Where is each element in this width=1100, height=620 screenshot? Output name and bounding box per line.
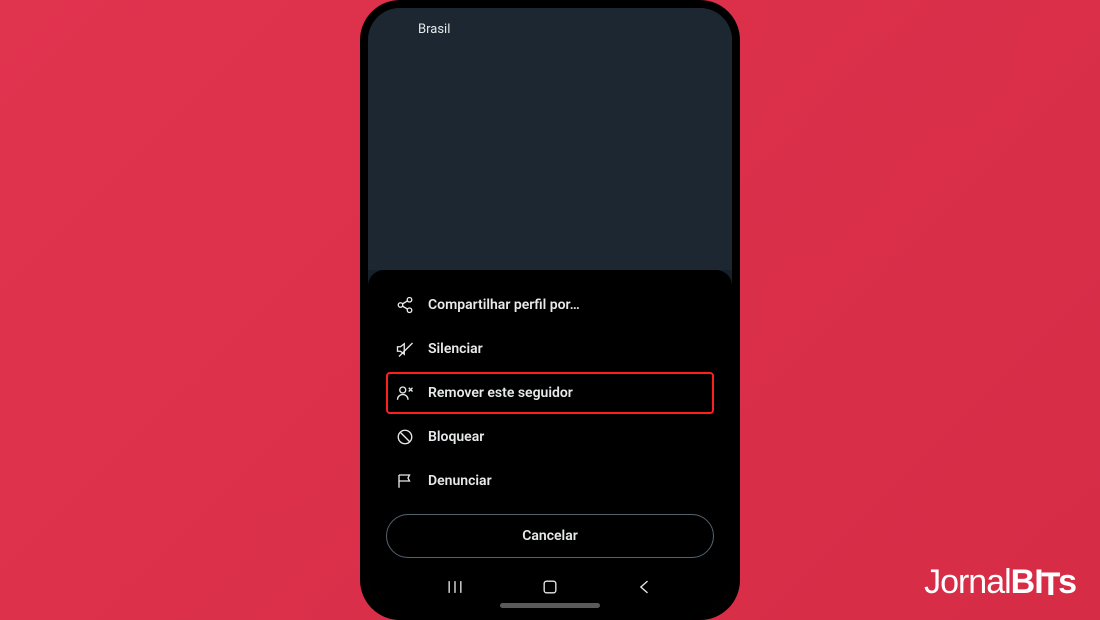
menu-item-mute[interactable]: Silenciar bbox=[386, 328, 714, 370]
nav-recents-icon[interactable] bbox=[445, 577, 465, 601]
menu-item-label: Bloquear bbox=[428, 429, 484, 445]
phone-screen: Brasil Compartilhar perfil por… Silencia… bbox=[368, 8, 732, 612]
nav-home-icon[interactable] bbox=[540, 577, 560, 601]
watermark-part1: Jornal bbox=[924, 563, 1011, 602]
remove-follower-icon bbox=[396, 384, 414, 402]
menu-item-label: Denunciar bbox=[428, 473, 492, 489]
profile-background: Brasil bbox=[368, 8, 732, 270]
action-sheet: Compartilhar perfil por… Silenciar Remov… bbox=[368, 270, 732, 566]
nav-back-icon[interactable] bbox=[635, 577, 655, 601]
watermark-part2: BI bbox=[1011, 563, 1043, 602]
home-indicator bbox=[500, 603, 600, 608]
profile-location-text: Brasil bbox=[418, 22, 682, 37]
menu-item-block[interactable]: Bloquear bbox=[386, 416, 714, 458]
block-icon bbox=[396, 428, 414, 446]
menu-item-report[interactable]: Denunciar bbox=[386, 460, 714, 502]
mute-icon bbox=[396, 340, 414, 358]
watermark-part3: T bbox=[1041, 568, 1060, 606]
menu-item-remove-follower[interactable]: Remover este seguidor bbox=[386, 372, 714, 414]
phone-frame: Brasil Compartilhar perfil por… Silencia… bbox=[360, 0, 740, 620]
menu-item-share[interactable]: Compartilhar perfil por… bbox=[386, 284, 714, 326]
menu-item-label: Remover este seguidor bbox=[428, 385, 573, 401]
cancel-button[interactable]: Cancelar bbox=[386, 514, 714, 558]
flag-icon bbox=[396, 472, 414, 490]
watermark-logo: JornalBITs bbox=[924, 563, 1076, 604]
menu-item-label: Silenciar bbox=[428, 341, 483, 357]
share-icon bbox=[396, 296, 414, 314]
watermark-part4: s bbox=[1058, 563, 1076, 602]
menu-item-label: Compartilhar perfil por… bbox=[428, 297, 580, 313]
